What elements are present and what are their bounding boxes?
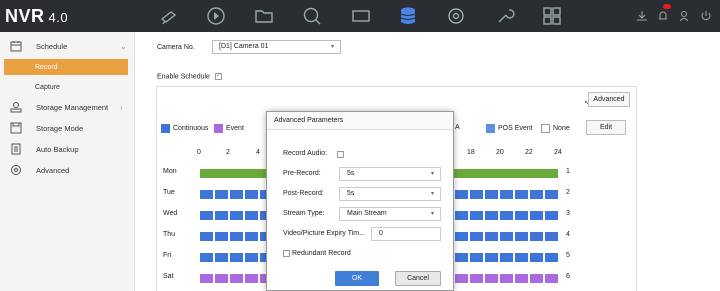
ok-button[interactable]: OK [335, 271, 379, 286]
sidebar-item-label: Storage Mode [36, 123, 84, 133]
camera-label: Camera No. [157, 44, 195, 51]
hour-label: 18 [467, 149, 475, 156]
pos-event-swatch [486, 124, 495, 133]
expiry-input[interactable]: 0 [371, 227, 441, 241]
redundant-record-checkbox[interactable] [283, 250, 290, 257]
hour-label: 24 [554, 149, 562, 156]
storage-management-icon [10, 102, 22, 113]
chevron-down-icon: ▾ [430, 171, 434, 177]
redundant-record-label: Redundant Record [292, 250, 351, 257]
continuous-swatch [161, 124, 170, 133]
sidebar-item-storage-mode[interactable]: Storage Mode [0, 119, 135, 137]
chevron-right-icon: › [120, 102, 123, 112]
settings-icon[interactable] [445, 5, 467, 27]
top-bar: NVR 4.0 [0, 0, 720, 32]
chevron-down-icon: ▾ [430, 191, 434, 197]
sidebar-item-advanced[interactable]: Advanced [0, 161, 135, 179]
hdd-icon[interactable] [350, 5, 372, 27]
stream-type-label: Stream Type: [283, 210, 325, 217]
sidebar-item-label: Schedule [36, 41, 68, 51]
sidebar-item-storage-management[interactable]: Storage Management › [0, 98, 135, 116]
sidebar-item-label: Advanced [36, 165, 70, 175]
camera-icon[interactable] [158, 5, 180, 27]
day-label: Tue [163, 189, 175, 196]
user-icon[interactable] [678, 10, 690, 22]
chevron-down-icon: ▾ [430, 211, 434, 217]
alarm-icon[interactable] [657, 10, 669, 22]
sidebar-item-capture[interactable]: Capture [4, 79, 128, 95]
redundant-record-row[interactable]: Redundant Record [283, 250, 351, 257]
download-icon[interactable] [636, 10, 648, 22]
hour-label: 20 [496, 149, 504, 156]
layout-icon[interactable] [541, 5, 563, 27]
gear-icon [11, 165, 21, 175]
row-number: 6 [566, 273, 570, 280]
day-label: Wed [163, 210, 178, 217]
row-number: 4 [566, 231, 570, 238]
stream-type-select[interactable]: Main Stream ▾ [339, 207, 441, 221]
advanced-button[interactable]: Advanced [588, 92, 630, 107]
enable-schedule-row: Enable Schedule [157, 71, 222, 81]
day-label: Fri [163, 252, 172, 259]
hour-label: 22 [525, 149, 533, 156]
advanced-parameters-dialog: Advanced Parameters Record Audio: Pre-Re… [266, 111, 454, 291]
app-logo: NVR 4.0 [5, 6, 69, 26]
legend-continuous[interactable]: Continuous [161, 124, 208, 133]
day-label: Sat [163, 273, 174, 280]
post-record-select[interactable]: 5s ▾ [339, 187, 441, 201]
hour-label: 0 [197, 149, 201, 156]
chevron-down-icon: ⌄ [120, 41, 127, 51]
cancel-button[interactable]: Cancel [395, 271, 441, 286]
day-label: Thu [163, 231, 176, 238]
legend-a: A [455, 124, 460, 131]
backup-icon [11, 143, 21, 155]
sidebar-item-label: Auto Backup [36, 144, 79, 154]
day-label: Mon [163, 168, 177, 175]
sidebar-item-label: Storage Management [36, 102, 109, 112]
save-icon [10, 122, 22, 134]
pre-record-select[interactable]: 5s ▾ [339, 167, 441, 181]
maintenance-icon[interactable] [494, 5, 516, 27]
record-audio-checkbox[interactable] [337, 151, 344, 158]
alarm-badge [663, 4, 671, 9]
event-swatch [214, 124, 223, 133]
sidebar-item-record[interactable]: Record [4, 59, 128, 75]
storage-icon[interactable] [397, 5, 419, 27]
row-number: 1 [566, 168, 570, 175]
legend-pos-event[interactable]: POS Event [486, 124, 533, 133]
chevron-down-icon: ▾ [330, 44, 334, 50]
row-number: 2 [566, 189, 570, 196]
row-number: 3 [566, 210, 570, 217]
sidebar-item-schedule[interactable]: Schedule ⌄ [0, 37, 135, 55]
sidebar: Schedule ⌄ Record Capture Storage Manage… [0, 32, 135, 291]
row-number: 5 [566, 252, 570, 259]
playback-icon[interactable] [205, 5, 227, 27]
search-icon[interactable] [301, 5, 323, 27]
record-audio-label: Record Audio: [283, 150, 327, 157]
none-swatch [541, 124, 550, 133]
folder-icon[interactable] [253, 5, 275, 27]
hour-label: 2 [226, 149, 230, 156]
calendar-icon [10, 41, 22, 52]
post-record-label: Post-Record: [283, 190, 324, 197]
expiry-label: Video/Picture Expiry Tim... [283, 230, 365, 237]
power-icon[interactable] [700, 10, 712, 22]
hour-label: 4 [256, 149, 260, 156]
pre-record-label: Pre-Record: [283, 170, 321, 177]
sidebar-item-auto-backup[interactable]: Auto Backup [0, 140, 135, 158]
edit-button[interactable]: Edit [586, 120, 626, 135]
dialog-title: Advanced Parameters [267, 112, 453, 130]
legend-none[interactable]: None [541, 124, 570, 133]
enable-schedule-label: Enable Schedule [157, 73, 210, 81]
camera-select[interactable]: [D1] Camera 01 ▾ [212, 40, 341, 54]
legend-event[interactable]: Event [214, 124, 244, 133]
enable-schedule-checkbox[interactable] [214, 71, 222, 80]
